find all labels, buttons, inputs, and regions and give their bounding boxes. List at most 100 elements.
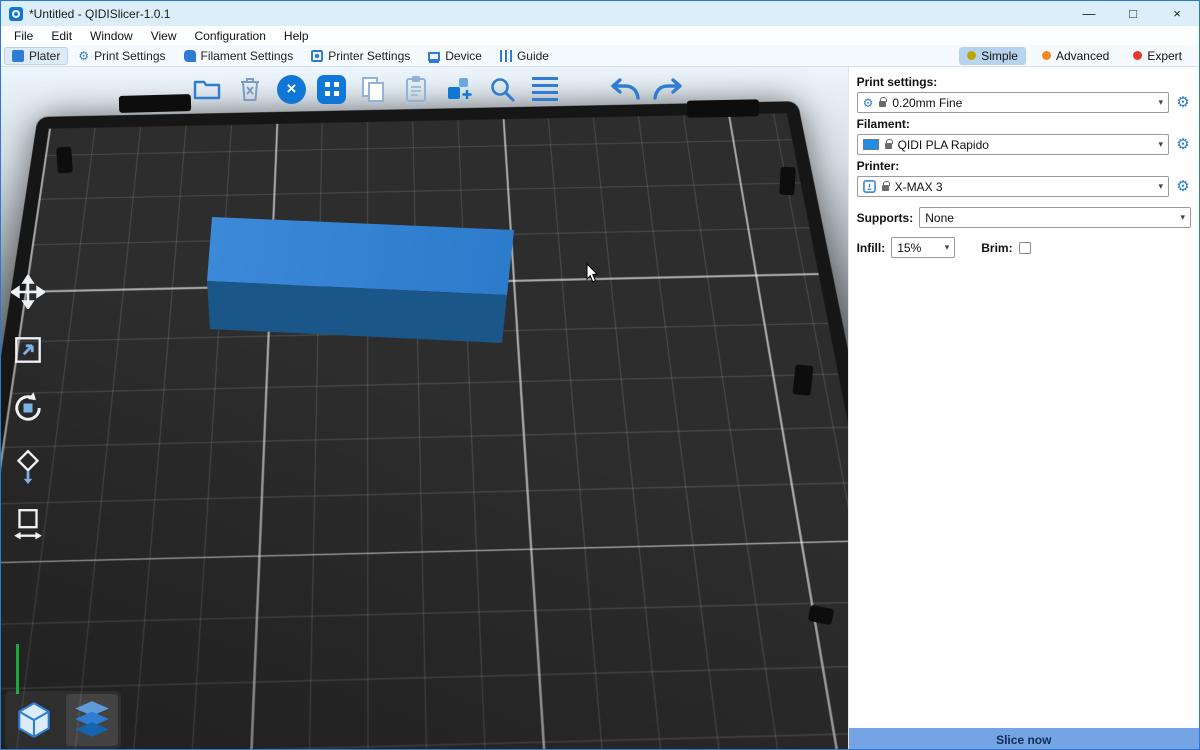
title-bar: *Untitled - QIDISlicer-1.0.1 — □ × — [1, 1, 1199, 26]
gizmo-toolbar — [9, 273, 47, 543]
iso-view-button[interactable] — [8, 694, 60, 746]
measure-gizmo-button[interactable] — [9, 505, 47, 543]
mode-advanced[interactable]: Advanced — [1034, 47, 1117, 65]
open-folder-icon — [192, 76, 222, 102]
menu-help[interactable]: Help — [275, 29, 318, 43]
rotate-gizmo-button[interactable] — [9, 389, 47, 427]
add-instance-button[interactable] — [443, 73, 475, 105]
menu-view[interactable]: View — [142, 29, 186, 43]
chevron-down-icon: ▾ — [1158, 97, 1163, 108]
infill-combo[interactable]: 15% ▾ — [891, 237, 955, 258]
supports-combo[interactable]: None ▾ — [919, 207, 1191, 228]
tab-plater[interactable]: Plater — [4, 47, 68, 65]
infill-value: 15% — [897, 241, 921, 255]
rotate-icon — [10, 390, 46, 426]
mode-switch: Simple Advanced Expert — [959, 47, 1196, 65]
chevron-down-icon: ▾ — [1158, 181, 1163, 192]
settings-sidebar: Print settings: ⚙ 0.20mm Fine ▾ ⚙ Filame… — [848, 67, 1199, 750]
simple-mode-dot-icon — [967, 51, 976, 60]
maximize-button[interactable]: □ — [1111, 1, 1155, 26]
supports-label: Supports: — [857, 211, 914, 225]
viewport-3d[interactable]: × — [1, 67, 848, 750]
tab-label: Printer Settings — [328, 49, 410, 63]
copy-icon — [360, 75, 386, 103]
model-object[interactable] — [201, 212, 521, 352]
delete-button[interactable] — [234, 73, 266, 105]
filament-gear-button[interactable]: ⚙ — [1175, 137, 1191, 152]
arrange-button[interactable] — [317, 75, 346, 104]
chevron-down-icon: ▾ — [945, 242, 950, 253]
instances-icon — [445, 75, 473, 103]
mode-label: Advanced — [1056, 49, 1109, 63]
printer-value: X-MAX 3 — [895, 180, 943, 194]
close-button[interactable]: × — [1155, 1, 1199, 26]
move-gizmo-button[interactable] — [9, 273, 47, 311]
print-settings-gear-button[interactable]: ⚙ — [1175, 95, 1191, 110]
mode-simple[interactable]: Simple — [959, 47, 1026, 65]
brim-checkbox[interactable] — [1019, 242, 1031, 254]
menu-edit[interactable]: Edit — [42, 29, 81, 43]
lock-icon — [885, 143, 892, 149]
viewport-toolbar: × — [191, 73, 684, 105]
print-settings-label: Print settings: — [857, 75, 1191, 89]
redo-icon — [653, 76, 683, 102]
chevron-down-icon: ▾ — [1180, 212, 1185, 223]
minimize-button[interactable]: — — [1067, 1, 1111, 26]
printer-label: Printer: — [857, 159, 1191, 173]
tab-label: Print Settings — [94, 49, 165, 63]
paste-button[interactable] — [400, 73, 432, 105]
scale-gizmo-button[interactable] — [9, 331, 47, 369]
tab-bar: Plater ⚙ Print Settings Filament Setting… — [1, 45, 1199, 67]
copy-button[interactable] — [357, 73, 389, 105]
build-plate-grid — [1, 113, 848, 750]
expert-mode-dot-icon — [1133, 51, 1142, 60]
search-button[interactable] — [486, 73, 518, 105]
delete-all-button[interactable]: × — [277, 75, 306, 104]
undo-button[interactable] — [609, 73, 641, 105]
printer-gear-button[interactable]: ⚙ — [1175, 179, 1191, 194]
print-settings-value: 0.20mm Fine — [892, 96, 962, 110]
layer-lines-icon — [532, 77, 558, 101]
window-title: *Untitled - QIDISlicer-1.0.1 — [29, 7, 170, 21]
tab-printer-settings[interactable]: Printer Settings — [303, 47, 418, 65]
printer-combo[interactable]: X-MAX 3 ▾ — [857, 176, 1169, 197]
search-icon — [488, 75, 516, 103]
layers-view-button[interactable] — [66, 694, 118, 746]
tab-filament-settings[interactable]: Filament Settings — [176, 47, 302, 65]
menu-file[interactable]: File — [5, 29, 42, 43]
bed-clip — [119, 94, 191, 113]
print-settings-combo[interactable]: ⚙ 0.20mm Fine ▾ — [857, 92, 1169, 113]
lock-icon — [882, 185, 889, 191]
menu-configuration[interactable]: Configuration — [186, 29, 275, 43]
bed-clip — [56, 147, 73, 174]
chevron-down-icon: ▾ — [1158, 139, 1163, 150]
printer-settings-icon — [311, 50, 323, 62]
cube-3d-icon — [13, 699, 55, 741]
place-on-face-gizmo-button[interactable] — [9, 447, 47, 485]
tab-device[interactable]: Device — [420, 47, 490, 65]
bed-clip — [792, 364, 813, 396]
open-file-button[interactable] — [191, 73, 223, 105]
layers-stack-icon — [69, 699, 115, 741]
slice-now-button[interactable]: Slice now — [849, 728, 1199, 750]
filament-color-swatch — [863, 139, 879, 150]
menu-window[interactable]: Window — [81, 29, 142, 43]
redo-button[interactable] — [652, 73, 684, 105]
mouse-cursor — [586, 263, 602, 292]
supports-value: None — [925, 211, 954, 225]
tab-print-settings[interactable]: ⚙ Print Settings — [70, 47, 173, 65]
app-logo-icon — [9, 7, 23, 21]
build-plate — [1, 101, 848, 750]
undo-icon — [610, 76, 640, 102]
tab-guide[interactable]: Guide — [492, 47, 557, 65]
printer-icon — [863, 180, 876, 193]
infill-label: Infill: — [857, 241, 886, 255]
print-settings-icon: ⚙ — [78, 50, 89, 62]
move-icon — [11, 275, 45, 309]
filament-settings-icon — [184, 50, 196, 62]
layer-height-button[interactable] — [529, 73, 561, 105]
filament-combo[interactable]: QIDI PLA Rapido ▾ — [857, 134, 1169, 155]
mode-label: Expert — [1147, 49, 1182, 63]
device-icon — [428, 52, 440, 61]
mode-expert[interactable]: Expert — [1125, 47, 1190, 65]
